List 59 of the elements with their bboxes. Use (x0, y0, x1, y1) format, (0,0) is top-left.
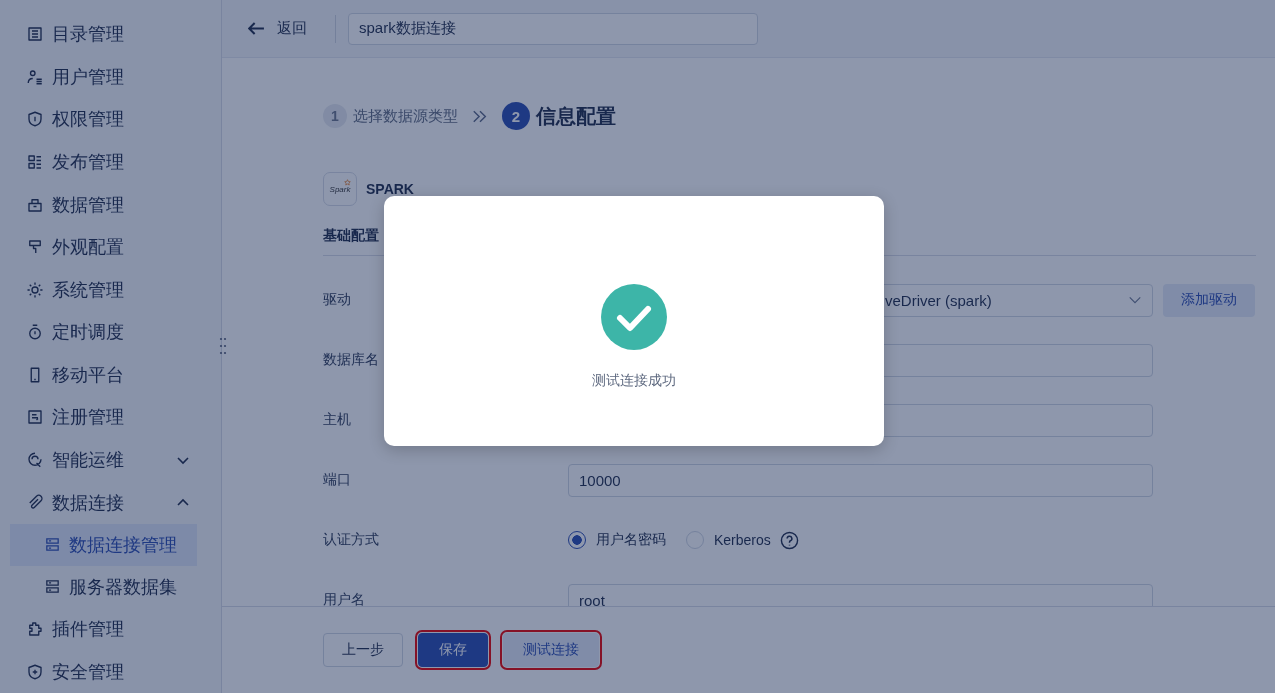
sidebar-item[interactable]: 智能运维 (0, 438, 221, 482)
star-icon (344, 179, 351, 186)
radio-option[interactable]: Kerberos (686, 531, 771, 549)
menu-item-icon (26, 408, 44, 427)
menu-item-icon (26, 25, 44, 44)
sidebar-item[interactable]: 移动平台 (0, 353, 221, 397)
save-button[interactable]: 保存 (418, 633, 488, 667)
spark-logo: Spark (323, 172, 357, 206)
field-label: 认证方式 (323, 531, 380, 549)
test-button[interactable]: 测试连接 (503, 633, 599, 667)
double-chevron-icon (472, 109, 488, 123)
server-icon (44, 578, 61, 596)
drag-handle-icon[interactable] (219, 337, 227, 355)
back-button[interactable]: 返回 (248, 19, 307, 38)
success-check-icon (601, 284, 667, 350)
datasource-name: SPARK (366, 181, 414, 197)
sidebar-item[interactable]: 外观配置 (0, 225, 221, 269)
radio-option[interactable]: 用户名密码 (568, 531, 666, 549)
back-arrow-icon (248, 22, 265, 35)
menu-item-icon (26, 493, 44, 512)
step-label: 信息配置 (536, 103, 616, 129)
radio-button[interactable] (568, 531, 586, 549)
sidebar-item[interactable]: 定时调度 (0, 311, 221, 354)
menu-item-icon (26, 323, 44, 342)
name-field[interactable]: spark数据连接 (348, 12, 758, 45)
menu-item-icon (26, 662, 44, 681)
sidebar-item[interactable]: 数据管理 (0, 183, 221, 226)
input-field[interactable]: 10000 (568, 463, 1153, 497)
menu-item-icon (26, 620, 44, 639)
sidebar-item[interactable]: 权限管理 (0, 98, 221, 141)
sidebar-item[interactable]: 系统管理 (0, 268, 221, 312)
field-label: 数据库名 (323, 351, 380, 369)
menu-item-icon (26, 67, 44, 86)
menu-item-icon (26, 280, 44, 299)
step-number: 1 (323, 104, 347, 128)
sidebar-item[interactable]: 用户管理 (0, 55, 221, 99)
menu-item-icon (26, 451, 44, 470)
step-number: 2 (502, 102, 530, 130)
previous-button[interactable]: 上一步 (323, 633, 403, 667)
sidebar-item[interactable]: 目录管理 (0, 13, 221, 56)
field-label: 用户名 (323, 591, 366, 606)
server-icon (44, 536, 61, 554)
sidebar-item[interactable]: 发布管理 (0, 140, 221, 184)
sidebar-subitem[interactable]: 服务器数据集 (10, 565, 197, 608)
sidebar-item[interactable]: 数据连接 (0, 481, 221, 524)
help-icon[interactable] (779, 530, 799, 550)
menu-item-icon (26, 110, 44, 129)
field-label: 驱动 (323, 291, 352, 309)
sidebar-subitem[interactable]: 数据连接管理 (10, 523, 197, 566)
dialog-message: 测试连接成功 (592, 372, 676, 390)
sidebar-item[interactable]: 注册管理 (0, 396, 221, 439)
step-label: 选择数据源类型 (353, 106, 458, 126)
sidebar-item[interactable]: 插件管理 (0, 607, 221, 651)
input-field[interactable]: root (568, 583, 1153, 606)
add-driver-button[interactable]: 添加驱动 (1163, 283, 1255, 317)
field-label: 端口 (323, 471, 352, 489)
menu-item-icon (26, 153, 44, 171)
sidebar-item[interactable]: 安全管理 (0, 650, 221, 693)
field-label: 主机 (323, 411, 352, 429)
